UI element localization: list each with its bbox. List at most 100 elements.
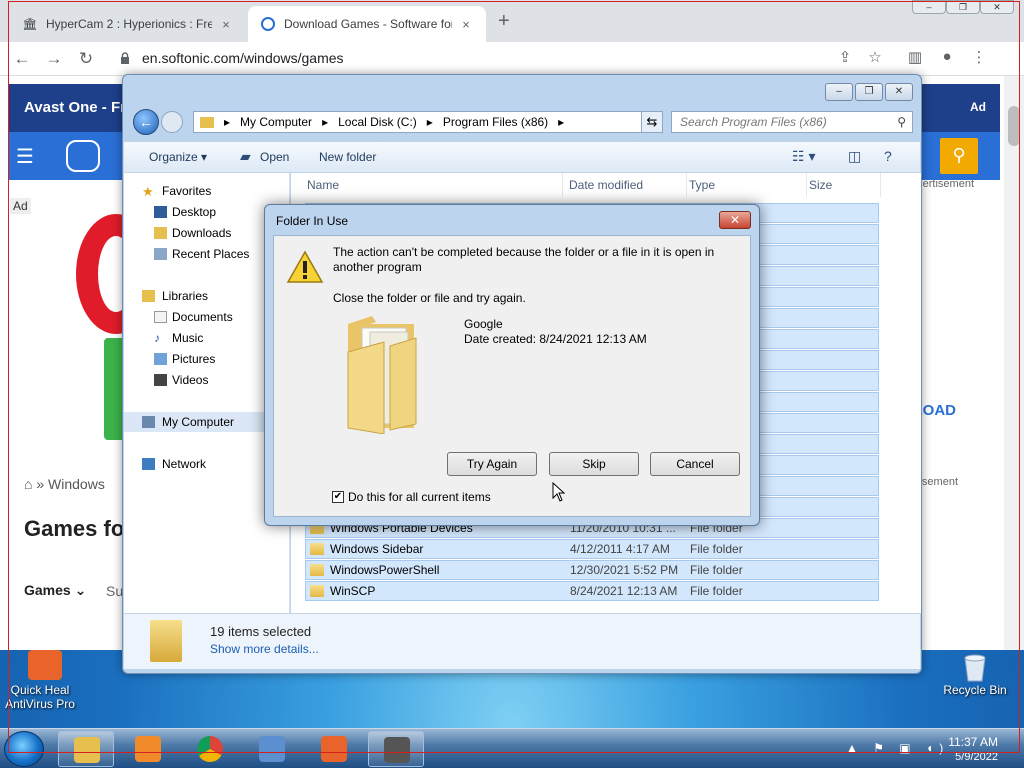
refresh-icon[interactable]: ⇆ bbox=[641, 111, 663, 133]
taskbar-chrome[interactable] bbox=[182, 731, 238, 767]
new-folder-button[interactable]: New folder bbox=[319, 150, 376, 164]
search-icon[interactable]: ⚲ bbox=[940, 138, 978, 174]
system-tray-icons[interactable]: ▲ ⚑ ▣ ◖) bbox=[846, 741, 949, 755]
browser-toolbar: ← → ↻ en.softonic.com/windows/games ⇪ ☆ … bbox=[0, 42, 1024, 76]
minimize-button[interactable]: ‒ bbox=[912, 0, 946, 14]
breadcrumb-program-files[interactable]: Program Files (x86) bbox=[443, 115, 548, 129]
cancel-button[interactable]: Cancel bbox=[650, 452, 740, 476]
folder-icon bbox=[310, 543, 324, 555]
address-bar[interactable]: en.softonic.com/windows/games bbox=[142, 50, 344, 66]
file-date-created: Date created: 8/24/2021 12:13 AM bbox=[464, 332, 647, 346]
tab-softonic[interactable]: Download Games - Software for Wi × bbox=[248, 6, 486, 42]
subcategory-tab[interactable]: Su bbox=[106, 583, 123, 599]
hamburger-menu-icon[interactable]: ☰ bbox=[16, 144, 34, 169]
taskbar-control-panel[interactable] bbox=[244, 731, 300, 767]
lock-icon[interactable] bbox=[120, 52, 130, 64]
details-pane: 19 items selected Show more details... bbox=[124, 613, 920, 669]
softonic-logo[interactable] bbox=[66, 140, 100, 172]
softonic-icon bbox=[260, 16, 276, 32]
recycle-bin-shortcut[interactable]: Recycle Bin bbox=[936, 683, 1014, 697]
dialog-message: The action can't be completed because th… bbox=[333, 245, 715, 274]
close-tab-icon[interactable]: × bbox=[458, 17, 474, 32]
forward-arrow-icon[interactable]: → bbox=[42, 47, 66, 71]
try-again-button[interactable]: Try Again bbox=[447, 452, 537, 476]
libraries-icon bbox=[142, 290, 155, 302]
help-icon[interactable]: ? bbox=[884, 148, 892, 164]
search-input[interactable]: Search Program Files (x86) ⚲ bbox=[671, 111, 913, 133]
new-tab-button[interactable]: + bbox=[498, 10, 510, 33]
open-button[interactable]: Open bbox=[260, 150, 289, 164]
address-row: ← ▸ My Computer ▸ Local Disk (C:) ▸ Prog… bbox=[131, 109, 915, 135]
apply-to-all-checkbox[interactable]: ✔ bbox=[332, 491, 344, 503]
breadcrumb-local-disk[interactable]: Local Disk (C:) bbox=[338, 115, 417, 129]
recycle-bin-icon[interactable] bbox=[960, 652, 990, 682]
taskbar-hypercam[interactable] bbox=[368, 731, 424, 767]
close-button[interactable]: ✕ bbox=[980, 0, 1014, 14]
column-header-name[interactable]: Name bbox=[307, 173, 563, 197]
column-header-type[interactable]: Type bbox=[689, 173, 807, 197]
forward-arrow-icon[interactable] bbox=[161, 111, 183, 133]
chrome-icon bbox=[197, 736, 223, 762]
taskbar-media-player[interactable] bbox=[120, 731, 176, 767]
clock-time[interactable]: 11:37 AM bbox=[948, 735, 998, 749]
taskbar-quick-heal[interactable] bbox=[306, 731, 362, 767]
column-header-size[interactable]: Size bbox=[809, 173, 881, 197]
start-button[interactable] bbox=[4, 731, 44, 767]
clock-date[interactable]: 5/9/2022 bbox=[955, 751, 998, 763]
page-scrollbar[interactable] bbox=[1004, 76, 1024, 650]
tab-hypercam[interactable]: 🏛 HyperCam 2 : Hyperionics : Free Do × bbox=[10, 6, 246, 42]
taskbar: ▲ ⚑ ▣ ◖) 11:37 AM 5/9/2022 bbox=[0, 728, 1024, 768]
preview-pane-icon[interactable]: ◫ bbox=[848, 148, 861, 165]
bookmark-star-icon[interactable]: ☆ bbox=[864, 48, 886, 66]
breadcrumb-my-computer[interactable]: My Computer bbox=[240, 115, 312, 129]
checkbox-label[interactable]: Do this for all current items bbox=[348, 490, 491, 504]
table-row[interactable]: WinSCP 8/24/2021 12:13 AM File folder bbox=[305, 581, 879, 601]
back-arrow-icon[interactable]: ← bbox=[133, 109, 159, 135]
menu-icon[interactable]: ⋮ bbox=[968, 48, 990, 66]
pictures-icon bbox=[154, 353, 167, 365]
share-icon[interactable]: ⇪ bbox=[834, 48, 856, 66]
home-icon[interactable]: ⌂ bbox=[24, 476, 32, 492]
search-placeholder: Search Program Files (x86) bbox=[680, 115, 827, 129]
minimize-button[interactable]: ‒ bbox=[825, 83, 853, 101]
close-tab-icon[interactable]: × bbox=[218, 17, 234, 32]
reload-icon[interactable]: ↻ bbox=[74, 47, 98, 71]
table-row[interactable]: Windows Sidebar 4/12/2011 4:17 AM File f… bbox=[305, 539, 879, 559]
search-icon: ⚲ bbox=[897, 115, 906, 129]
folder-in-use-dialog: Folder In Use ✕ The action can't be comp… bbox=[264, 204, 760, 526]
nav-favorites[interactable]: ★ Favorites bbox=[124, 181, 290, 201]
close-button[interactable]: ✕ bbox=[885, 83, 913, 101]
table-row[interactable]: WindowsPowerShell 12/30/2021 5:52 PM Fil… bbox=[305, 560, 879, 580]
tab-title: Download Games - Software for Wi bbox=[284, 17, 452, 31]
column-header-date[interactable]: Date modified bbox=[569, 173, 687, 197]
folder-stack-icon bbox=[150, 620, 182, 662]
selection-count: 19 items selected bbox=[210, 624, 312, 639]
mouse-cursor-icon bbox=[552, 482, 566, 502]
address-breadcrumb[interactable]: ▸ My Computer ▸ Local Disk (C:) ▸ Progra… bbox=[193, 111, 649, 133]
skip-button[interactable]: Skip bbox=[549, 452, 639, 476]
close-icon[interactable]: ✕ bbox=[719, 211, 751, 229]
games-tab[interactable]: Games ⌄ bbox=[24, 582, 86, 599]
star-icon: ★ bbox=[142, 184, 154, 199]
view-options-icon[interactable]: ☷ ▾ bbox=[792, 148, 815, 165]
profile-icon[interactable]: ● bbox=[936, 48, 958, 65]
maximize-button[interactable]: ❐ bbox=[855, 83, 883, 101]
taskbar-explorer[interactable] bbox=[58, 731, 114, 767]
quick-heal-shortcut[interactable]: Quick Heal AntiVirus Pro bbox=[2, 683, 78, 711]
organize-button[interactable]: Organize ▾ bbox=[149, 150, 207, 164]
breadcrumb-windows[interactable]: » Windows bbox=[36, 476, 104, 492]
open-folder-icon: ▰ bbox=[240, 148, 251, 164]
breadcrumb-separator: ▸ bbox=[426, 115, 433, 129]
breadcrumb-separator: ▸ bbox=[224, 115, 231, 129]
breadcrumb: ⌂ » Windows bbox=[24, 476, 105, 492]
scrollbar-thumb[interactable] bbox=[1008, 106, 1020, 146]
videos-icon bbox=[154, 374, 167, 386]
show-more-details-link[interactable]: Show more details... bbox=[210, 642, 319, 656]
back-arrow-icon[interactable]: ← bbox=[10, 47, 34, 71]
quick-heal-icon[interactable] bbox=[28, 650, 62, 680]
side-panel-icon[interactable]: ▥ bbox=[904, 48, 926, 66]
ad-label: Ad bbox=[10, 198, 31, 214]
maximize-button[interactable]: ❐ bbox=[946, 0, 980, 14]
downloads-folder-icon bbox=[154, 227, 167, 239]
page-title: Games fo bbox=[24, 516, 125, 541]
